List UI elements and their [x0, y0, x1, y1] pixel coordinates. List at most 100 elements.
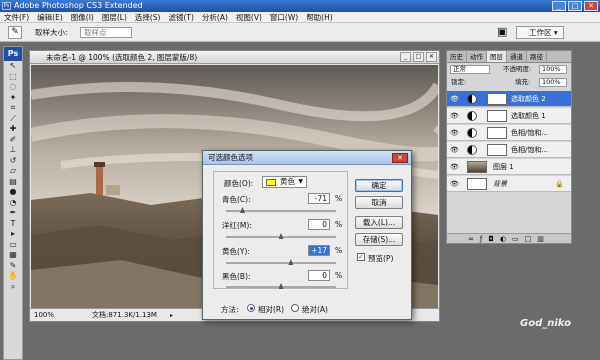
sample-size-select[interactable]: 取样点 — [80, 27, 132, 38]
layer-row[interactable]: 👁 选取颜色 1 — [447, 108, 571, 124]
cyan-unit: % — [335, 194, 343, 203]
eyedropper-tool-icon[interactable]: ✎ — [4, 261, 22, 272]
doc-maximize-button[interactable]: □ — [413, 52, 424, 62]
menu-view[interactable]: 视图(V) — [232, 12, 266, 22]
eye-icon[interactable]: 👁 — [450, 112, 459, 120]
tab-channels[interactable]: 通道 — [507, 51, 527, 62]
load-button[interactable]: 载入(L)... — [355, 216, 403, 229]
menu-edit[interactable]: 编辑(E) — [33, 12, 67, 22]
blend-mode-select[interactable]: 正常 — [450, 65, 490, 74]
workspace-button[interactable]: 工作区 ▾ — [516, 26, 564, 39]
crop-tool-icon[interactable]: ⌗ — [4, 103, 22, 114]
eyedropper-icon[interactable]: ✎ — [8, 26, 22, 39]
yellow-slider-knob[interactable] — [288, 259, 294, 265]
tab-history[interactable]: 历史 — [447, 51, 467, 62]
minimize-button[interactable]: _ — [552, 1, 566, 11]
colors-label: 颜色(O): — [224, 179, 254, 188]
menu-analysis[interactable]: 分析(A) — [198, 12, 232, 22]
menu-filter[interactable]: 滤镜(T) — [165, 12, 198, 22]
black-input[interactable]: 0 — [308, 270, 330, 281]
move-tool-icon[interactable]: ↖ — [4, 61, 22, 72]
eye-icon[interactable]: 👁 — [450, 95, 459, 103]
ok-button[interactable]: 确定 — [355, 179, 403, 192]
status-arrow-icon[interactable]: ▸ — [170, 309, 173, 322]
pen-tool-icon[interactable]: ✒ — [4, 208, 22, 219]
layer-mask-thumbnail[interactable] — [487, 110, 507, 122]
notes-tool-icon[interactable]: ▦ — [4, 250, 22, 261]
opacity-input[interactable]: 100% — [539, 65, 567, 74]
tab-actions[interactable]: 动作 — [467, 51, 487, 62]
menu-window[interactable]: 窗口(W) — [266, 12, 302, 22]
adjust-icon[interactable]: ◐ — [500, 235, 512, 243]
trash-icon[interactable]: ▥ — [537, 235, 550, 243]
layer-row[interactable]: 👁 图层 1 — [447, 159, 571, 175]
type-tool-icon[interactable]: T — [4, 219, 22, 230]
maximize-button[interactable]: □ — [568, 1, 582, 11]
menu-help[interactable]: 帮助(H) — [302, 12, 337, 22]
layer-mask-thumbnail[interactable] — [487, 144, 507, 156]
folder-icon[interactable]: ▭ — [512, 235, 525, 243]
menu-image[interactable]: 图像(I) — [67, 12, 98, 22]
doc-close-button[interactable]: ✕ — [426, 52, 437, 62]
fill-input[interactable]: 100% — [539, 78, 567, 87]
relative-radio[interactable] — [247, 304, 255, 312]
layer-row[interactable]: 👁 背景 🔒 — [447, 176, 571, 192]
cancel-button[interactable]: 取消 — [355, 196, 403, 209]
layer-name: 色相/饱和... — [511, 146, 549, 154]
cyan-slider[interactable] — [226, 207, 336, 213]
zoom-tool-icon[interactable]: ⌕ — [4, 282, 22, 293]
black-slider-knob[interactable] — [278, 283, 284, 289]
tab-paths[interactable]: 路径 — [527, 51, 547, 62]
brush-tool-icon[interactable]: ✐ — [4, 135, 22, 146]
eye-icon[interactable]: 👁 — [450, 180, 459, 188]
lasso-tool-icon[interactable]: ◌ — [4, 82, 22, 93]
app-title: Adobe Photoshop CS3 Extended — [14, 1, 143, 10]
shape-tool-icon[interactable]: ▭ — [4, 240, 22, 251]
save-button[interactable]: 存储(S)... — [355, 233, 403, 246]
yellow-slider[interactable] — [226, 259, 336, 265]
path-select-icon[interactable]: ▸ — [4, 229, 22, 240]
layer-mask-thumbnail[interactable] — [487, 93, 507, 105]
menu-layer[interactable]: 图层(L) — [98, 12, 131, 22]
layer-mask-thumbnail[interactable] — [487, 127, 507, 139]
black-slider[interactable] — [226, 283, 336, 289]
cyan-input[interactable]: -71 — [308, 193, 330, 204]
brush-panel-icon[interactable]: ▣ — [497, 26, 507, 38]
eye-icon[interactable]: 👁 — [450, 163, 459, 171]
layer-row[interactable]: 👁 选取颜色 2 — [447, 91, 571, 107]
hand-tool-icon[interactable]: ✋ — [4, 271, 22, 282]
sample-size-label: 取样大小: — [35, 28, 68, 37]
marquee-tool-icon[interactable]: ⬚ — [4, 72, 22, 83]
absolute-radio[interactable] — [291, 304, 299, 312]
new-layer-icon[interactable]: □ — [525, 235, 538, 243]
healing-brush-icon[interactable]: ✚ — [4, 124, 22, 135]
eye-icon[interactable]: 👁 — [450, 129, 459, 137]
menu-file[interactable]: 文件(F) — [0, 12, 33, 22]
history-brush-icon[interactable]: ↺ — [4, 156, 22, 167]
menu-select[interactable]: 选择(S) — [131, 12, 165, 22]
dialog-close-button[interactable]: ✕ — [392, 153, 408, 163]
doc-minimize-button[interactable]: _ — [400, 52, 411, 62]
magenta-slider[interactable] — [226, 233, 336, 239]
close-button[interactable]: ✕ — [584, 1, 598, 11]
cyan-slider-knob[interactable] — [240, 207, 245, 213]
preview-checkbox[interactable]: ✓ — [357, 253, 365, 261]
slice-tool-icon[interactable]: ⟋ — [4, 114, 22, 125]
blur-tool-icon[interactable]: ● — [4, 187, 22, 198]
dodge-tool-icon[interactable]: ◔ — [4, 198, 22, 209]
clone-stamp-icon[interactable]: ⊥ — [4, 145, 22, 156]
magenta-slider-knob[interactable] — [278, 233, 284, 239]
magenta-input[interactable]: 0 — [308, 219, 330, 230]
colors-select[interactable]: 黄色 ▼ — [262, 176, 307, 188]
layer-row[interactable]: 👁 色相/饱和... — [447, 142, 571, 158]
magic-wand-icon[interactable]: ✦ — [4, 93, 22, 104]
layer-row[interactable]: 👁 色相/饱和... — [447, 125, 571, 141]
mask-icon[interactable]: ◘ — [488, 235, 500, 243]
tab-layers[interactable]: 图层 — [487, 51, 507, 62]
yellow-input[interactable]: +17 — [308, 245, 330, 256]
link-icon[interactable]: ∞ — [468, 235, 480, 243]
eye-icon[interactable]: 👁 — [450, 146, 459, 154]
gradient-tool-icon[interactable]: ▤ — [4, 177, 22, 188]
zoom-level[interactable]: 100% — [34, 309, 54, 322]
eraser-tool-icon[interactable]: ▱ — [4, 166, 22, 177]
